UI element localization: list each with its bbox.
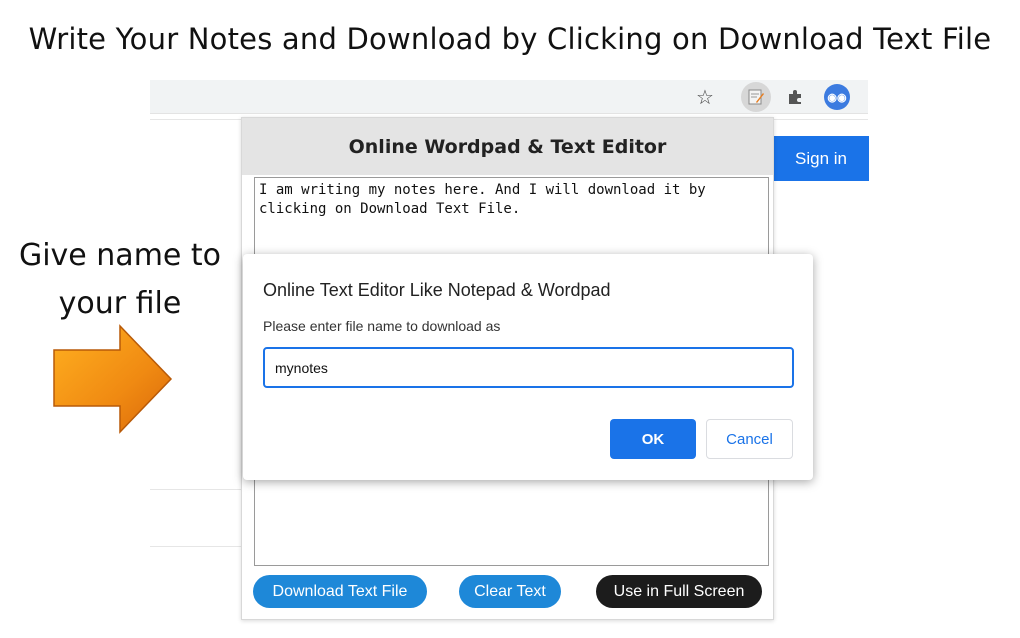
orange-arrow-icon — [53, 324, 173, 434]
filename-input[interactable] — [263, 347, 794, 388]
puzzle-icon[interactable] — [780, 82, 810, 112]
cancel-button[interactable]: Cancel — [706, 419, 793, 459]
star-icon[interactable]: ☆ — [690, 82, 720, 112]
browser-toolbar: ☆ ◉◉ — [150, 80, 868, 114]
callout-line-1: Give name to — [18, 238, 222, 273]
profile-icon[interactable]: ◉◉ — [822, 82, 852, 112]
clear-text-button[interactable]: Clear Text — [459, 575, 561, 608]
page-divider — [150, 546, 245, 547]
page-divider — [150, 489, 245, 490]
download-text-file-button[interactable]: Download Text File — [253, 575, 427, 608]
notepad-extension-icon[interactable] — [741, 82, 771, 112]
dialog-message: Please enter file name to download as — [263, 318, 501, 334]
ok-button[interactable]: OK — [610, 419, 696, 459]
callout-line-2: your file — [58, 286, 182, 321]
filename-dialog: Online Text Editor Like Notepad & Wordpa… — [243, 254, 813, 480]
popup-title: Online Wordpad & Text Editor — [242, 118, 773, 175]
dialog-title: Online Text Editor Like Notepad & Wordpa… — [263, 280, 611, 300]
headline: Write Your Notes and Download by Clickin… — [28, 22, 992, 56]
sign-in-button[interactable]: Sign in — [773, 136, 869, 181]
callout-text: Give name to your file — [0, 232, 240, 328]
full-screen-button[interactable]: Use in Full Screen — [596, 575, 762, 608]
